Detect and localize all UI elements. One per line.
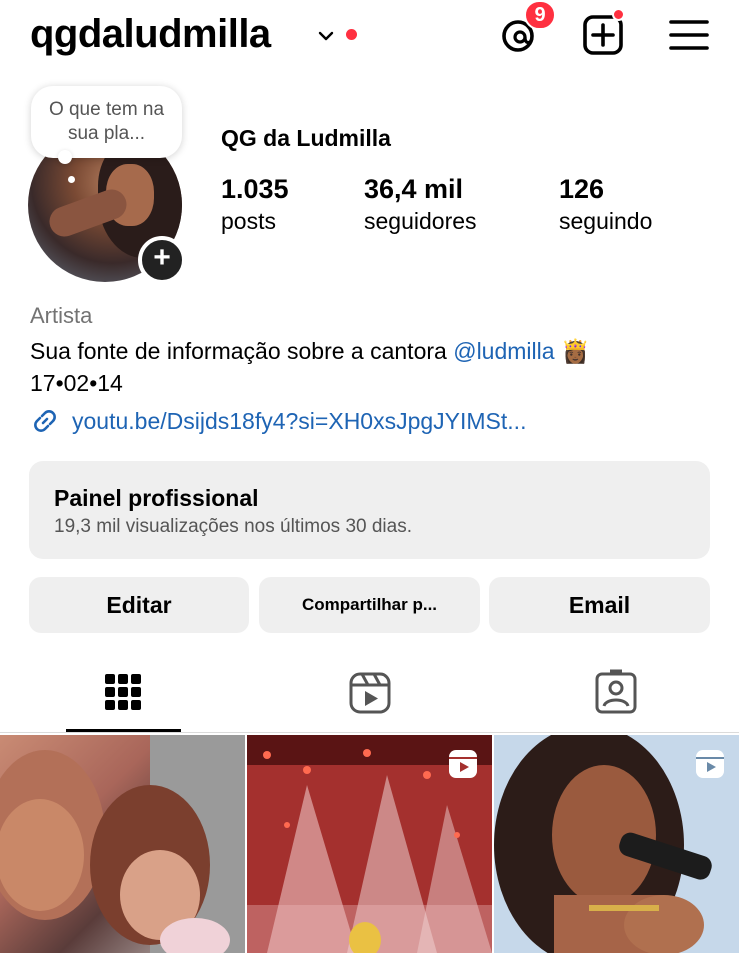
reel-indicator-icon [449,750,477,778]
tab-tagged-icon[interactable] [584,665,648,725]
note-text: O que tem na sua pla... [48,99,165,144]
account-notification-dot [346,29,357,40]
create-notification-dot [612,8,625,21]
email-button[interactable]: Email [489,577,710,633]
post-thumbnail[interactable] [247,735,492,953]
stat-followers-value: 36,4 mil [364,174,464,204]
stat-posts-label: posts [221,208,276,234]
stat-posts[interactable]: 1.035 posts [221,174,289,235]
stat-followers[interactable]: 36,4 mil seguidores [364,174,477,235]
bio-text: Sua fonte de informação sobre a cantora [30,338,454,364]
bio-emoji: 👸🏾 [560,338,590,364]
profile-category: Artista [30,303,93,328]
professional-dashboard-title: Painel profissional [54,485,259,511]
professional-dashboard[interactable]: Painel profissional 19,3 mil visualizaçõ… [29,461,710,559]
share-profile-button[interactable]: Compartilhar p... [259,577,480,633]
link-icon [34,410,56,432]
tab-divider [0,732,739,733]
stat-following-value: 126 [559,174,605,204]
professional-dashboard-subtitle: 19,3 mil visualizações nos últimos 30 di… [54,516,413,537]
post-thumbnail[interactable] [494,735,739,953]
profile-bio: Sua fonte de informação sobre a cantora … [30,335,590,399]
stat-following[interactable]: 126 seguindo [559,174,652,235]
menu-icon[interactable] [668,14,710,56]
note-bubble-tail [58,150,72,164]
add-story-button[interactable]: + [138,236,186,284]
note-bubble-tail-small [68,176,75,183]
profile-link-text: youtu.be/Dsijds18fy4?si=XH0xsJpgJYIMSt..… [72,407,527,434]
post-thumbnail[interactable] [0,735,245,953]
top-bar: qgdaludmilla 9 [0,0,739,72]
stat-posts-value: 1.035 [221,174,289,204]
edit-profile-button[interactable]: Editar [29,577,249,633]
display-name: QG da Ludmilla [221,125,391,151]
bio-date: 17•02•14 [30,370,123,396]
post-photo [0,735,245,953]
bio-mention-link[interactable]: @ludmilla [453,338,554,364]
tab-grid-icon[interactable] [91,665,155,725]
chevron-down-icon[interactable] [318,30,334,42]
profile-link[interactable]: youtu.be/Dsijds18fy4?si=XH0xsJpgJYIMSt..… [30,406,526,436]
note-bubble[interactable]: O que tem na sua pla... [31,86,182,158]
username-switcher[interactable]: qgdaludmilla [30,12,271,57]
stat-followers-label: seguidores [364,208,477,234]
stat-following-label: seguindo [559,208,653,234]
threads-count-badge: 9 [524,0,556,30]
reel-indicator-icon [696,750,724,778]
tab-reels-icon[interactable] [338,665,402,725]
